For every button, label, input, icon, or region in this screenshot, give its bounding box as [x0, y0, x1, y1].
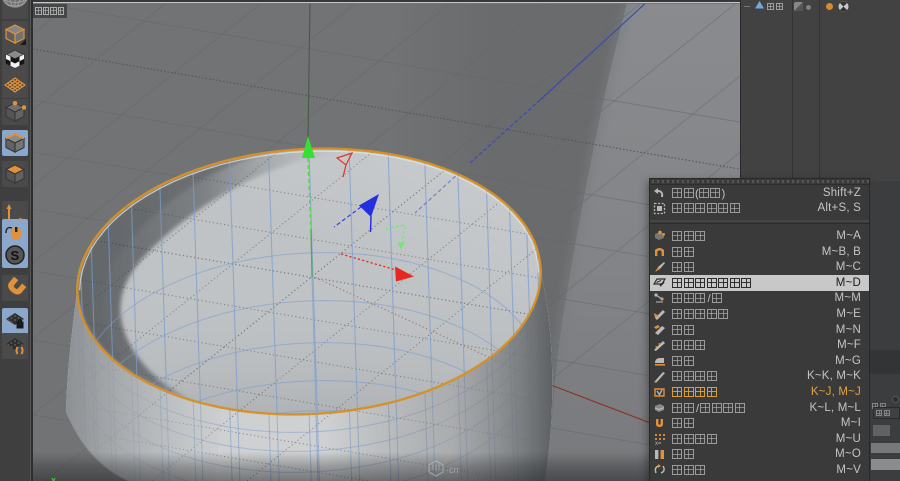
svg-text:S: S	[11, 248, 20, 263]
svg-text:x=: x=	[655, 441, 662, 445]
svg-text:x: x	[51, 475, 56, 481]
svg-text:·cn: ·cn	[446, 465, 459, 475]
